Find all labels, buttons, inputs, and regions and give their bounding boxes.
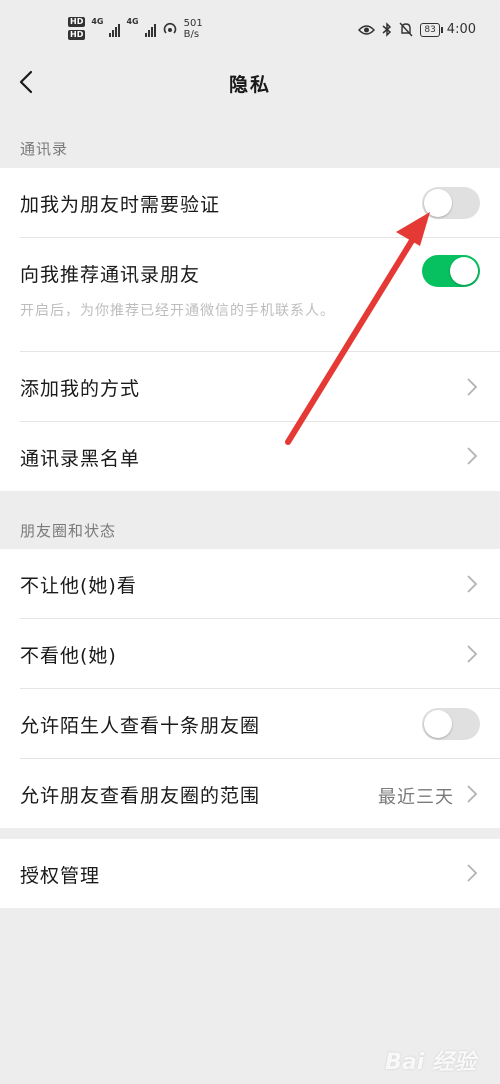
- row-contacts-blacklist[interactable]: 通讯录黑名单: [0, 422, 500, 491]
- nav-bar: 隐私: [0, 60, 500, 108]
- signal-icon: [109, 21, 121, 37]
- status-bar: HD HD 4G 4G 501 B/s 83 4:00: [0, 0, 500, 60]
- moments-group: 不让他(她)看 不看他(她) 允许陌生人查看十条朋友圈 允许朋友查看朋友圈的范围…: [0, 549, 500, 828]
- clock: 4:00: [446, 22, 476, 37]
- toggle-knob: [424, 710, 452, 738]
- battery-icon: 83: [420, 22, 444, 37]
- row-stranger-view[interactable]: 允许陌生人查看十条朋友圈: [0, 689, 500, 759]
- toggle-knob: [424, 189, 452, 217]
- hd-badge: HD: [68, 17, 86, 27]
- recommend-contacts-toggle[interactable]: [422, 255, 480, 287]
- section-label-contacts: 通讯录: [20, 140, 69, 158]
- row-label: 授权管理: [20, 865, 101, 887]
- row-label: 向我推荐通讯录朋友: [20, 264, 201, 286]
- row-visible-range[interactable]: 允许朋友查看朋友圈的范围 最近三天: [0, 759, 500, 828]
- hd-badge: HD: [68, 30, 86, 40]
- row-hide-from[interactable]: 不让他(她)看: [0, 549, 500, 619]
- signal-icon: [144, 21, 156, 37]
- row-label: 不让他(她)看: [20, 575, 137, 597]
- chevron-right-icon: [467, 645, 478, 663]
- row-label: 不看他(她): [20, 645, 117, 667]
- mute-bell-icon: [399, 22, 413, 37]
- bluetooth-icon: [382, 22, 392, 37]
- chevron-right-icon: [467, 864, 478, 882]
- row-description: 开启后，为你推荐已经开通微信的手机联系人。: [20, 303, 335, 319]
- toggle-knob: [450, 257, 478, 285]
- chevron-right-icon: [467, 378, 478, 396]
- hotspot-icon: [163, 22, 176, 34]
- network-type: 4G: [91, 17, 104, 26]
- auth-group: 授权管理: [0, 839, 500, 908]
- visible-range-value: 最近三天: [378, 787, 454, 808]
- row-add-me-methods[interactable]: 添加我的方式: [0, 352, 500, 422]
- row-friend-verification[interactable]: 加我为朋友时需要验证: [0, 168, 500, 238]
- chevron-right-icon: [467, 785, 478, 803]
- page-title: 隐私: [228, 74, 271, 96]
- status-left: HD HD 4G 4G 501 B/s: [68, 17, 203, 40]
- row-authorization-management[interactable]: 授权管理: [0, 839, 500, 908]
- friend-verification-toggle[interactable]: [422, 187, 480, 219]
- network-speed: 501 B/s: [184, 18, 203, 40]
- contacts-group: 加我为朋友时需要验证 向我推荐通讯录朋友 开启后，为你推荐已经开通微信的手机联系…: [0, 168, 500, 491]
- row-label: 加我为朋友时需要验证: [20, 194, 221, 216]
- annotation-arrow: [285, 212, 430, 445]
- network-type: 4G: [126, 17, 139, 26]
- status-right: 83 4:00: [358, 22, 476, 37]
- row-recommend-contacts[interactable]: 向我推荐通讯录朋友 开启后，为你推荐已经开通微信的手机联系人。: [0, 238, 500, 352]
- eye-icon: [358, 24, 376, 35]
- section-label-moments: 朋友圈和状态: [20, 522, 117, 540]
- hd-indicators: HD HD: [68, 17, 86, 40]
- row-label: 允许朋友查看朋友圈的范围: [20, 785, 261, 807]
- row-label: 通讯录黑名单: [20, 448, 141, 470]
- stranger-view-toggle[interactable]: [422, 708, 480, 740]
- row-label: 允许陌生人查看十条朋友圈: [20, 715, 261, 737]
- baidu-watermark: Bai 经验: [385, 1050, 476, 1075]
- row-label: 添加我的方式: [20, 378, 141, 400]
- speed-unit: B/s: [183, 28, 200, 40]
- chevron-right-icon: [467, 447, 478, 465]
- speed-value: 501: [183, 17, 203, 29]
- row-dont-see[interactable]: 不看他(她): [0, 619, 500, 689]
- chevron-right-icon: [467, 575, 478, 593]
